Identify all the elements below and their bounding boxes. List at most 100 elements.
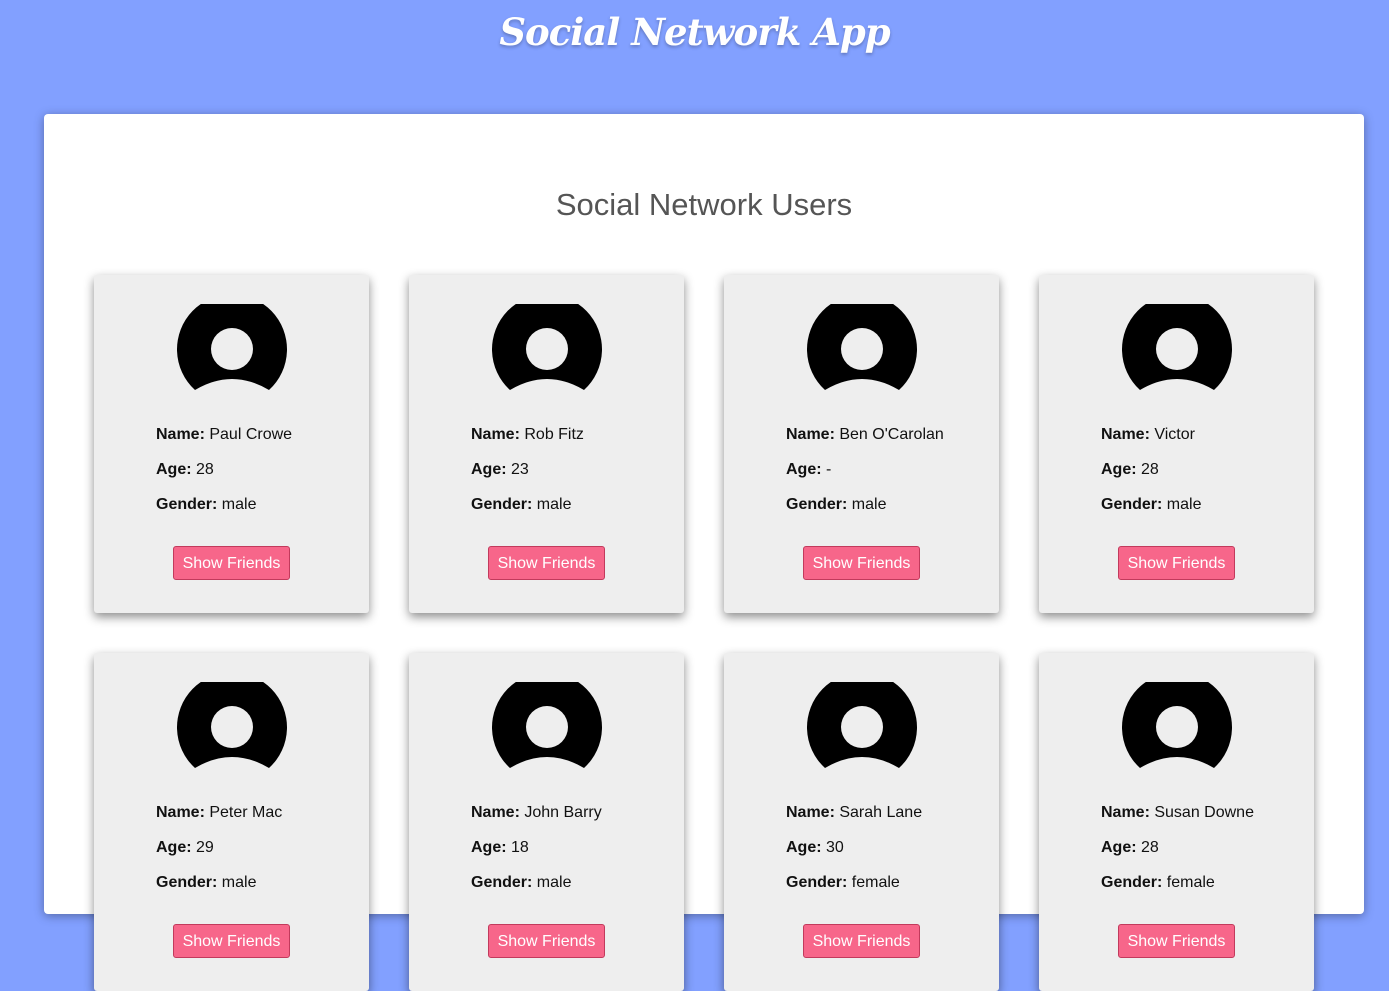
user-card: Name: Sarah Lane Age: 30 Gender: female … — [724, 653, 999, 991]
gender-label: Gender: — [786, 874, 848, 891]
name-value: Rob Fitz — [524, 426, 584, 443]
user-card: Name: Rob Fitz Age: 23 Gender: male Show… — [409, 275, 684, 613]
user-avatar-icon — [807, 682, 917, 768]
gender-label: Gender: — [156, 496, 218, 513]
user-avatar-icon — [177, 682, 287, 768]
user-name: Name: Sarah Lane — [786, 803, 922, 838]
age-label: Age: — [471, 461, 507, 478]
user-info: Name: John Barry Age: 18 Gender: male — [471, 803, 602, 908]
user-card: Name: Peter Mac Age: 29 Gender: male Sho… — [94, 653, 369, 991]
user-card: Name: John Barry Age: 18 Gender: male Sh… — [409, 653, 684, 991]
age-value: 30 — [826, 839, 844, 856]
user-card: Name: Paul Crowe Age: 28 Gender: male Sh… — [94, 275, 369, 613]
user-info: Name: Rob Fitz Age: 23 Gender: male — [471, 425, 584, 530]
user-name: Name: Rob Fitz — [471, 425, 584, 460]
show-friends-button[interactable]: Show Friends — [488, 924, 605, 958]
age-value: 18 — [511, 839, 529, 856]
user-gender: Gender: female — [1101, 873, 1254, 908]
gender-label: Gender: — [471, 496, 533, 513]
user-gender: Gender: male — [1101, 495, 1201, 530]
age-value: 28 — [196, 461, 214, 478]
name-value: Ben O'Carolan — [839, 426, 944, 443]
user-info: Name: Victor Age: 28 Gender: male — [1101, 425, 1201, 530]
user-avatar-icon — [1122, 304, 1232, 390]
user-avatar-icon — [492, 682, 602, 768]
age-label: Age: — [1101, 461, 1137, 478]
gender-label: Gender: — [471, 874, 533, 891]
gender-value: male — [851, 496, 887, 513]
show-friends-button[interactable]: Show Friends — [1118, 924, 1235, 958]
show-friends-button[interactable]: Show Friends — [1118, 546, 1235, 580]
age-value: 28 — [1141, 461, 1159, 478]
gender-value: male — [221, 496, 257, 513]
user-name: Name: Victor — [1101, 425, 1201, 460]
name-label: Name: — [1101, 426, 1150, 443]
age-label: Age: — [786, 839, 822, 856]
user-avatar-icon — [177, 304, 287, 390]
show-friends-button[interactable]: Show Friends — [803, 924, 920, 958]
user-age: Age: 29 — [156, 838, 282, 873]
user-name: Name: Ben O'Carolan — [786, 425, 944, 460]
age-label: Age: — [471, 839, 507, 856]
user-age: Age: 30 — [786, 838, 922, 873]
name-value: Susan Downe — [1154, 804, 1254, 821]
gender-label: Gender: — [1101, 496, 1163, 513]
age-label: Age: — [1101, 839, 1137, 856]
user-age: Age: - — [786, 460, 944, 495]
user-age: Age: 18 — [471, 838, 602, 873]
name-label: Name: — [786, 426, 835, 443]
name-value: Victor — [1154, 426, 1195, 443]
age-value: 28 — [1141, 839, 1159, 856]
user-gender: Gender: male — [156, 495, 292, 530]
main-panel: Social Network Users Name: Paul Crowe Ag… — [44, 114, 1364, 991]
user-avatar-icon — [807, 304, 917, 390]
gender-label: Gender: — [1101, 874, 1163, 891]
show-friends-button[interactable]: Show Friends — [173, 546, 290, 580]
user-info: Name: Sarah Lane Age: 30 Gender: female — [786, 803, 922, 908]
age-label: Age: — [156, 839, 192, 856]
user-card: Name: Ben O'Carolan Age: - Gender: male … — [724, 275, 999, 613]
user-info: Name: Peter Mac Age: 29 Gender: male — [156, 803, 282, 908]
user-gender: Gender: male — [471, 495, 584, 530]
show-friends-button[interactable]: Show Friends — [803, 546, 920, 580]
name-label: Name: — [156, 804, 205, 821]
user-card: Name: Susan Downe Age: 28 Gender: female… — [1039, 653, 1314, 991]
name-label: Name: — [471, 804, 520, 821]
age-label: Age: — [156, 461, 192, 478]
name-label: Name: — [1101, 804, 1150, 821]
user-age: Age: 28 — [156, 460, 292, 495]
user-name: Name: Peter Mac — [156, 803, 282, 838]
user-avatar-icon — [492, 304, 602, 390]
show-friends-button[interactable]: Show Friends — [173, 924, 290, 958]
gender-value: male — [221, 874, 257, 891]
user-info: Name: Paul Crowe Age: 28 Gender: male — [156, 425, 292, 530]
name-label: Name: — [471, 426, 520, 443]
app-title: Social Network App — [499, 10, 890, 54]
gender-label: Gender: — [786, 496, 848, 513]
show-friends-button[interactable]: Show Friends — [488, 546, 605, 580]
age-value: 29 — [196, 839, 214, 856]
gender-value: female — [1166, 874, 1215, 891]
gender-value: male — [536, 874, 572, 891]
user-gender: Gender: male — [156, 873, 282, 908]
user-age: Age: 28 — [1101, 838, 1254, 873]
gender-value: male — [536, 496, 572, 513]
user-avatar-icon — [1122, 682, 1232, 768]
age-value: - — [826, 461, 832, 478]
user-name: Name: Paul Crowe — [156, 425, 292, 460]
age-label: Age: — [786, 461, 822, 478]
user-info: Name: Susan Downe Age: 28 Gender: female — [1101, 803, 1254, 908]
age-value: 23 — [511, 461, 529, 478]
name-label: Name: — [156, 426, 205, 443]
user-gender: Gender: male — [471, 873, 602, 908]
name-value: Peter Mac — [209, 804, 283, 821]
user-age: Age: 23 — [471, 460, 584, 495]
user-info: Name: Ben O'Carolan Age: - Gender: male — [786, 425, 944, 530]
user-name: Name: John Barry — [471, 803, 602, 838]
app-header: Social Network App — [0, 0, 1389, 72]
name-value: Paul Crowe — [209, 426, 293, 443]
user-card: Name: Victor Age: 28 Gender: male Show F… — [1039, 275, 1314, 613]
user-grid: Name: Paul Crowe Age: 28 Gender: male Sh… — [94, 275, 1314, 991]
user-age: Age: 28 — [1101, 460, 1201, 495]
gender-value: female — [851, 874, 900, 891]
